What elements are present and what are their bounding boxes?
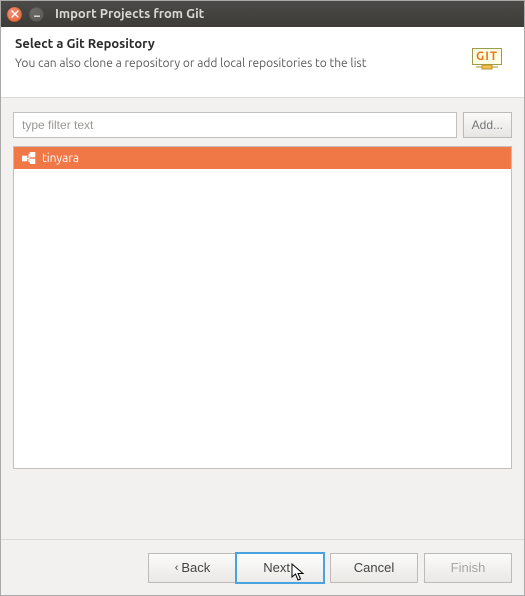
page-title: Select a Git Repository <box>15 37 366 51</box>
next-label: Next <box>263 560 290 575</box>
chevron-right-icon: › <box>293 562 297 574</box>
finish-button: Finish <box>424 553 512 583</box>
body-spacer <box>13 469 512 539</box>
filter-input[interactable] <box>13 112 457 138</box>
list-item[interactable]: tinyara <box>14 147 511 169</box>
cancel-button[interactable]: Cancel <box>330 553 418 583</box>
repository-icon <box>22 152 36 164</box>
cancel-label: Cancel <box>354 560 394 575</box>
minimize-icon[interactable] <box>29 7 44 22</box>
wizard-header-text: Select a Git Repository You can also clo… <box>15 37 366 70</box>
back-label: Back <box>181 560 210 575</box>
next-button[interactable]: Next › <box>236 553 324 583</box>
back-next-group: ‹ Back Next › <box>148 553 324 583</box>
repository-list[interactable]: tinyara <box>13 146 512 469</box>
titlebar: Import Projects from Git <box>1 1 524 27</box>
wizard-footer: ‹ Back Next › Cancel Finish <box>1 539 524 595</box>
filter-row: Add... <box>13 112 512 138</box>
finish-label: Finish <box>451 560 486 575</box>
close-icon[interactable] <box>7 7 22 22</box>
wizard-header: Select a Git Repository You can also clo… <box>1 27 524 98</box>
page-subtitle: You can also clone a repository or add l… <box>15 57 366 70</box>
wizard-body: Add... tinyara <box>1 98 524 539</box>
list-item-label: tinyara <box>42 152 79 165</box>
add-button[interactable]: Add... <box>463 112 512 138</box>
git-logo-icon: GIT <box>464 37 510 83</box>
chevron-left-icon: ‹ <box>175 562 179 574</box>
window-title: Import Projects from Git <box>55 7 204 21</box>
back-button[interactable]: ‹ Back <box>148 553 236 583</box>
dialog-window: Import Projects from Git Select a Git Re… <box>0 0 525 596</box>
